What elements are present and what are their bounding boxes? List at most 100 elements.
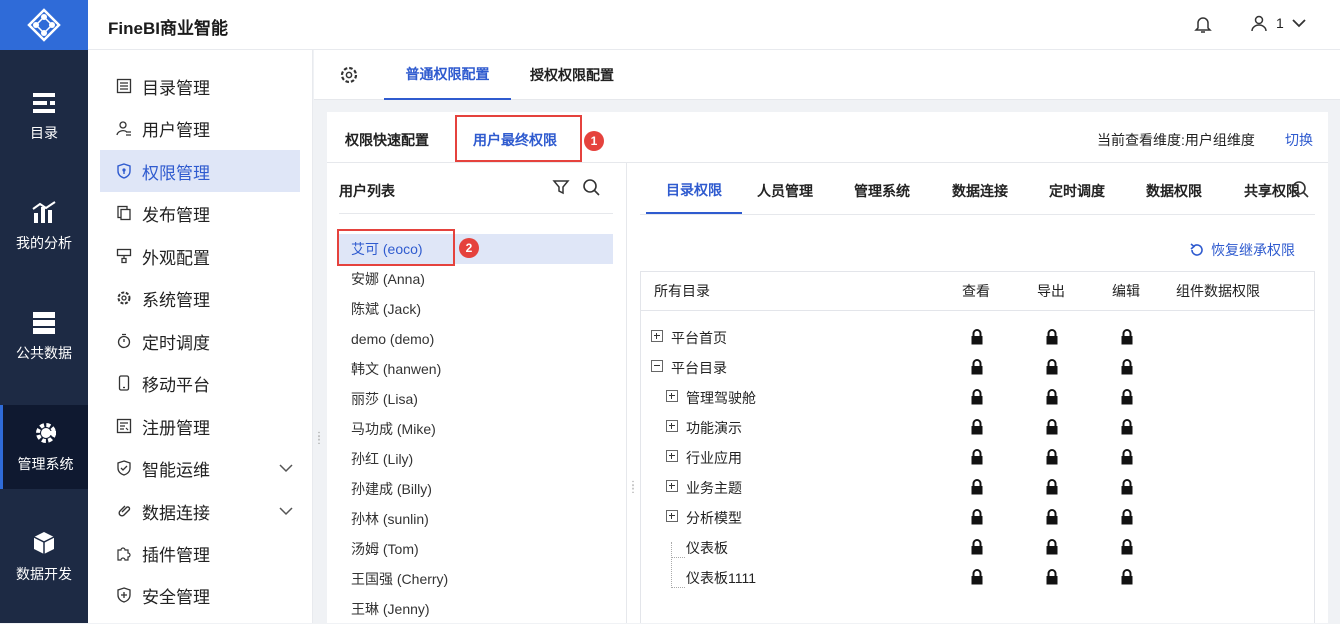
- perm-tab[interactable]: 人员管理: [757, 168, 813, 214]
- expand-icon[interactable]: [666, 420, 678, 432]
- menu-item-catalog[interactable]: 目录管理: [100, 65, 300, 107]
- expand-icon[interactable]: [666, 510, 678, 522]
- user-list-item[interactable]: 丽莎 (Lisa): [339, 384, 613, 414]
- catalog-node-label: 业务主题: [686, 480, 742, 496]
- table-row[interactable]: 管理驾驶舱: [641, 382, 1314, 412]
- divider: [626, 163, 627, 623]
- rail-item-public-data[interactable]: 公共数据: [0, 295, 88, 379]
- lock-icon[interactable]: [1045, 479, 1059, 500]
- rail-item-catalog[interactable]: 目录: [0, 75, 88, 159]
- lock-icon[interactable]: [1120, 359, 1134, 380]
- menu-item-appearance[interactable]: 外观配置: [100, 235, 300, 277]
- perm-tab[interactable]: 管理系统: [854, 168, 910, 214]
- lock-icon[interactable]: [970, 419, 984, 440]
- settings-button[interactable]: [339, 65, 359, 90]
- lock-icon[interactable]: [1045, 389, 1059, 410]
- search-button[interactable]: [1291, 180, 1309, 203]
- lock-icon[interactable]: [1045, 449, 1059, 470]
- notification-button[interactable]: [1193, 14, 1213, 39]
- rail-item-dev[interactable]: 数据开发: [0, 515, 88, 599]
- app-logo[interactable]: [0, 0, 88, 50]
- lock-icon[interactable]: [970, 359, 984, 380]
- user-list-item[interactable]: 陈斌 (Jack): [339, 294, 613, 324]
- catalog-node-label: 平台目录: [671, 360, 727, 376]
- user-list-item[interactable]: 马功成 (Mike): [339, 414, 613, 444]
- expand-icon[interactable]: [651, 330, 663, 342]
- expand-icon[interactable]: [666, 450, 678, 462]
- lock-icon[interactable]: [1045, 419, 1059, 440]
- tab-quick-config[interactable]: 权限快速配置: [345, 130, 429, 150]
- table-row[interactable]: 仪表板: [641, 532, 1314, 562]
- lock-icon[interactable]: [1045, 509, 1059, 530]
- menu-item-connections[interactable]: 数据连接: [100, 490, 300, 532]
- menu-item-schedule[interactable]: 定时调度: [100, 320, 300, 362]
- perm-tab[interactable]: 定时调度: [1049, 168, 1105, 214]
- gear-icon: [116, 290, 132, 306]
- table-row[interactable]: 业务主题: [641, 472, 1314, 502]
- lock-icon[interactable]: [1045, 329, 1059, 350]
- rail-item-admin[interactable]: 管理系统: [0, 405, 88, 489]
- rail-item-analysis[interactable]: 我的分析: [0, 185, 88, 269]
- menu-item-publish[interactable]: 发布管理: [100, 192, 300, 234]
- lock-icon[interactable]: [1120, 419, 1134, 440]
- lock-icon[interactable]: [970, 539, 984, 560]
- menu-label: 定时调度: [142, 333, 210, 353]
- user-list-item[interactable]: 王琳 (Jenny): [339, 594, 613, 624]
- menu-item-register[interactable]: 注册管理: [100, 405, 300, 447]
- user-list-item[interactable]: 王国强 (Cherry): [339, 564, 613, 594]
- perm-tab[interactable]: 目录权限: [646, 168, 742, 214]
- table-row[interactable]: 平台目录: [641, 352, 1314, 382]
- switch-dimension-link[interactable]: 切换: [1285, 130, 1313, 150]
- restore-label: 恢复继承权限: [1211, 242, 1295, 258]
- lock-icon[interactable]: [1045, 569, 1059, 590]
- lock-icon[interactable]: [970, 449, 984, 470]
- lock-icon[interactable]: [970, 509, 984, 530]
- menu-item-permissions[interactable]: 权限管理: [100, 150, 300, 192]
- lock-icon[interactable]: [1120, 569, 1134, 590]
- splitter-handle[interactable]: ⋮ ⋮: [314, 432, 324, 446]
- table-row[interactable]: 功能演示: [641, 412, 1314, 442]
- user-list-item[interactable]: 孙红 (Lily): [339, 444, 613, 474]
- restore-inherit-button[interactable]: 恢复继承权限: [1189, 240, 1295, 260]
- menu-item-plugins[interactable]: 插件管理: [100, 532, 300, 574]
- collapse-icon[interactable]: [651, 360, 663, 372]
- tab-grant-permissions[interactable]: 授权权限配置: [530, 50, 614, 100]
- table-row[interactable]: 仪表板1111: [641, 562, 1314, 592]
- lock-icon[interactable]: [1120, 479, 1134, 500]
- user-list-item[interactable]: 孙建成 (Billy): [339, 474, 613, 504]
- tab-common-permissions[interactable]: 普通权限配置: [384, 50, 511, 100]
- filter-button[interactable]: [552, 178, 570, 201]
- lock-icon[interactable]: [1045, 539, 1059, 560]
- user-menu[interactable]: 1: [1250, 14, 1306, 32]
- lock-icon[interactable]: [970, 329, 984, 350]
- menu-item-ops[interactable]: 智能运维: [100, 447, 300, 489]
- search-button[interactable]: [582, 178, 600, 201]
- menu-item-system[interactable]: 系统管理: [100, 277, 300, 319]
- table-row[interactable]: 平台首页: [641, 322, 1314, 352]
- expand-icon[interactable]: [666, 480, 678, 492]
- lock-icon[interactable]: [1045, 359, 1059, 380]
- lock-icon[interactable]: [1120, 539, 1134, 560]
- lock-icon[interactable]: [1120, 329, 1134, 350]
- splitter-handle[interactable]: ⋮ ⋮: [628, 481, 638, 495]
- lock-icon[interactable]: [970, 389, 984, 410]
- menu-item-security[interactable]: 安全管理: [100, 574, 300, 616]
- user-list-item[interactable]: 安娜 (Anna): [339, 264, 613, 294]
- lock-icon[interactable]: [1120, 509, 1134, 530]
- menu-item-mobile[interactable]: 移动平台: [100, 362, 300, 404]
- user-list-item[interactable]: 汤姆 (Tom): [339, 534, 613, 564]
- lock-icon[interactable]: [1120, 449, 1134, 470]
- lock-icon[interactable]: [970, 479, 984, 500]
- table-row[interactable]: 分析模型: [641, 502, 1314, 532]
- table-row[interactable]: 行业应用: [641, 442, 1314, 472]
- user-list-item[interactable]: 韩文 (hanwen): [339, 354, 613, 384]
- menu-item-users[interactable]: 用户管理: [100, 107, 300, 149]
- user-list-item[interactable]: 孙林 (sunlin): [339, 504, 613, 534]
- lock-icon[interactable]: [970, 569, 984, 590]
- column-header: 所有目录: [654, 283, 710, 299]
- user-list-item[interactable]: demo (demo): [339, 324, 613, 354]
- perm-tab[interactable]: 数据连接: [952, 168, 1008, 214]
- expand-icon[interactable]: [666, 390, 678, 402]
- lock-icon[interactable]: [1120, 389, 1134, 410]
- perm-tab[interactable]: 数据权限: [1146, 168, 1202, 214]
